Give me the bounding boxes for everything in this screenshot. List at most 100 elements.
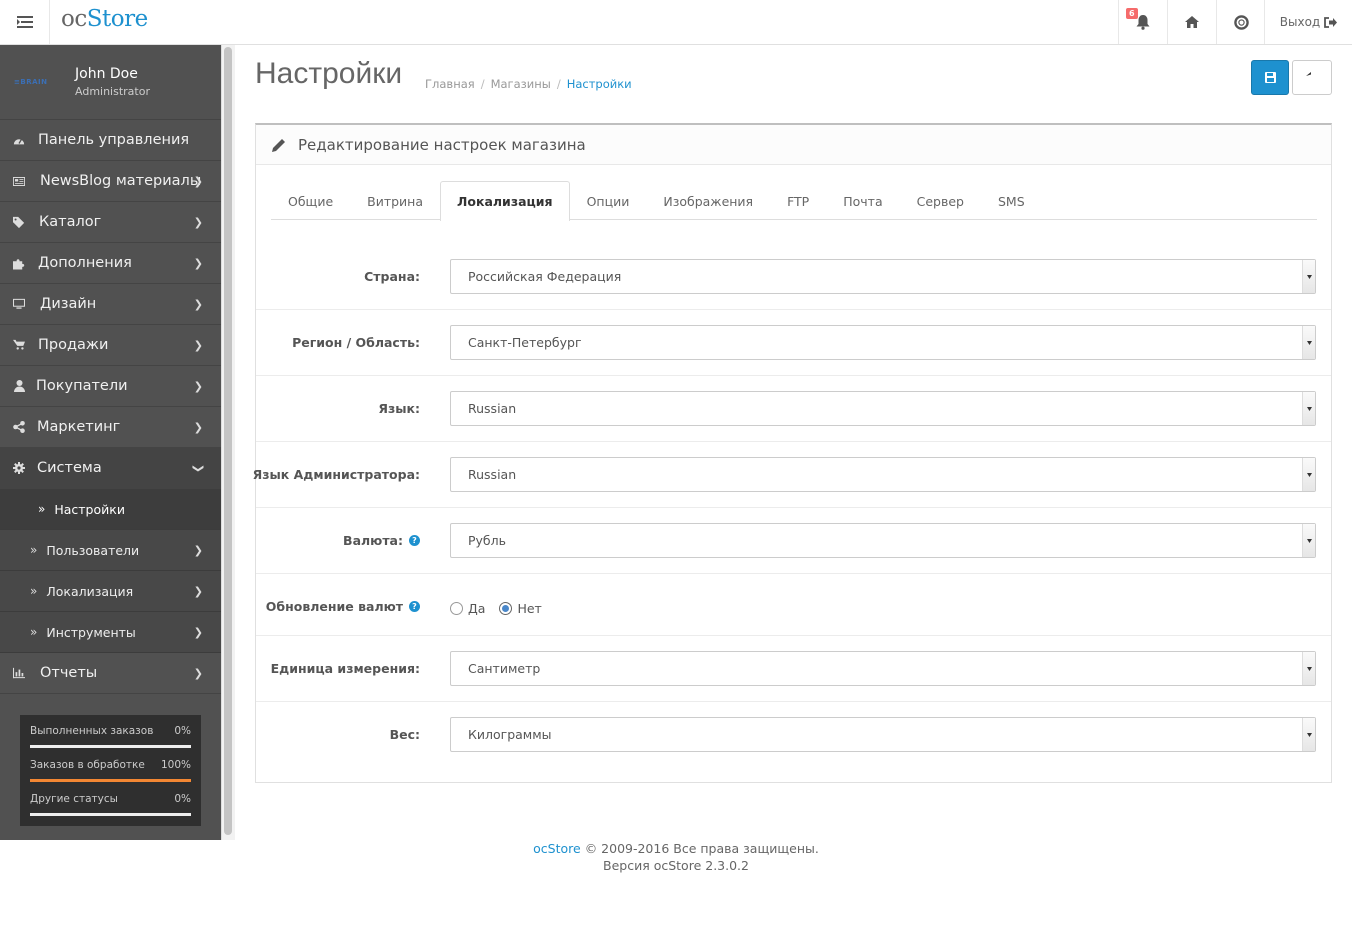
help-icon[interactable]: ? xyxy=(409,601,420,612)
chevron-down-icon: ❯ xyxy=(191,463,205,474)
panel-heading: Редактирование настроек магазина xyxy=(256,125,1331,165)
profile-role: Administrator xyxy=(75,85,150,98)
logout-label: Выход xyxy=(1279,15,1321,29)
stat-other: Другие статусы 0% xyxy=(30,793,191,827)
chevron-right-icon: ❯ xyxy=(193,626,203,639)
form-row-currency-auto: Обновление валют? Да Нет xyxy=(256,574,1331,636)
save-button[interactable] xyxy=(1251,60,1289,95)
scrollbar-thumb[interactable] xyxy=(224,47,232,835)
home-button[interactable] xyxy=(1167,0,1216,44)
logo[interactable]: ocStore xyxy=(61,6,148,32)
top-header: ocStore 6 Выход xyxy=(0,0,1352,45)
tab-store[interactable]: Витрина xyxy=(350,181,440,220)
sidebar-item-marketing[interactable]: Маркетинг ❯ xyxy=(0,407,221,448)
sign-out-icon xyxy=(1324,16,1338,28)
weight-class-select[interactable]: Килограммы xyxy=(450,717,1316,752)
dashboard-icon xyxy=(13,134,25,146)
length-class-select[interactable]: Сантиметр xyxy=(450,651,1316,686)
sidebar-subitem-localisation[interactable]: » Локализация ❯ xyxy=(0,571,221,612)
user-profile[interactable]: ≡BRAIN John Doe Administrator xyxy=(0,45,221,120)
breadcrumb-stores[interactable]: Магазины xyxy=(491,77,551,91)
tab-images[interactable]: Изображения xyxy=(646,181,770,220)
select-arrow-icon xyxy=(1302,392,1315,425)
sidebar-item-reports[interactable]: Отчеты ❯ xyxy=(0,653,221,694)
footer-version: Версия ocStore 2.3.0.2 xyxy=(603,858,749,873)
tab-ftp[interactable]: FTP xyxy=(770,181,826,220)
stat-processing: Заказов в обработке 100% xyxy=(30,759,191,793)
menu-toggle-button[interactable] xyxy=(0,0,50,44)
tab-sms[interactable]: SMS xyxy=(981,181,1042,220)
home-icon xyxy=(1185,16,1199,28)
progress-bar xyxy=(30,745,191,748)
weight-class-label: Вес: xyxy=(389,727,420,742)
chevron-right-icon: ❯ xyxy=(193,544,203,557)
chevron-right-icon: ❯ xyxy=(193,667,203,680)
sidebar-subitem-users[interactable]: » Пользователи ❯ xyxy=(0,530,221,571)
bar-chart-icon xyxy=(13,667,25,679)
sidebar-item-design[interactable]: Дизайн ❯ xyxy=(0,284,221,325)
chevron-right-icon: ❯ xyxy=(193,380,203,393)
reply-icon xyxy=(1305,72,1311,76)
chevron-right-icon: ❯ xyxy=(193,585,203,598)
footer: ocStore © 2009-2016 Все права защищены. … xyxy=(255,840,1097,874)
tab-server[interactable]: Сервер xyxy=(900,181,981,220)
sidebar-item-system[interactable]: Система ❯ xyxy=(0,448,221,489)
tags-icon xyxy=(13,216,25,228)
puzzle-icon xyxy=(13,257,25,269)
sidebar: ≡BRAIN John Doe Administrator Панель упр… xyxy=(0,45,221,840)
sidebar-item-extensions[interactable]: Дополнения ❯ xyxy=(0,243,221,284)
tab-localisation[interactable]: Локализация xyxy=(440,181,570,221)
breadcrumb: Главная / Магазины / Настройки xyxy=(425,77,632,91)
pencil-icon xyxy=(272,138,285,152)
language-label: Язык: xyxy=(378,401,420,416)
chevron-right-icon: ❯ xyxy=(193,257,203,270)
form-row-length-class: Единица измерения: Сантиметр xyxy=(256,636,1331,702)
select-arrow-icon xyxy=(1302,718,1315,751)
floppy-icon xyxy=(1264,72,1276,83)
country-select[interactable]: Российская Федерация xyxy=(450,259,1316,294)
currency-select[interactable]: Рубль xyxy=(450,523,1316,558)
admin-language-label: Язык Администратора: xyxy=(252,467,420,482)
user-icon xyxy=(13,380,25,392)
tab-general[interactable]: Общие xyxy=(271,181,350,220)
chevron-right-icon: ❯ xyxy=(193,339,203,352)
menu-icon xyxy=(16,16,33,28)
breadcrumb-home[interactable]: Главная xyxy=(425,77,475,91)
select-arrow-icon xyxy=(1302,524,1315,557)
notifications-button[interactable]: 6 xyxy=(1118,0,1167,44)
sidebar-scrollbar[interactable] xyxy=(221,45,235,840)
tab-mail[interactable]: Почта xyxy=(826,181,899,220)
support-button[interactable] xyxy=(1216,0,1265,44)
logout-button[interactable]: Выход xyxy=(1264,0,1352,44)
language-select[interactable]: Russian xyxy=(450,391,1316,426)
currency-auto-no-radio[interactable]: Нет xyxy=(499,601,542,616)
form-row-country: Страна: Российская Федерация xyxy=(256,244,1331,310)
help-icon[interactable]: ? xyxy=(409,535,420,546)
select-arrow-icon xyxy=(1302,326,1315,359)
tab-options[interactable]: Опции xyxy=(570,181,647,220)
currency-auto-yes-radio[interactable]: Да xyxy=(450,601,485,616)
sidebar-item-customers[interactable]: Покупатели ❯ xyxy=(0,366,221,407)
currency-auto-label: Обновление валют? xyxy=(266,599,420,614)
region-label: Регион / Область: xyxy=(292,335,420,350)
admin-language-select[interactable]: Russian xyxy=(450,457,1316,492)
breadcrumb-settings[interactable]: Настройки xyxy=(567,77,632,91)
double-angle-right-icon: » xyxy=(38,502,46,516)
newspaper-icon xyxy=(13,175,25,187)
form-row-region: Регион / Область: Санкт-Петербург xyxy=(256,310,1331,376)
sidebar-item-catalog[interactable]: Каталог ❯ xyxy=(0,202,221,243)
settings-panel: Редактирование настроек магазина Общие В… xyxy=(252,123,1332,783)
back-button[interactable] xyxy=(1292,60,1332,95)
sidebar-item-dashboard[interactable]: Панель управления xyxy=(0,120,221,161)
sidebar-subitem-tools[interactable]: » Инструменты ❯ xyxy=(0,612,221,653)
region-select[interactable]: Санкт-Петербург xyxy=(450,325,1316,360)
form-row-weight-class: Вес: Килограммы xyxy=(256,702,1331,782)
sidebar-item-sales[interactable]: Продажи ❯ xyxy=(0,325,221,366)
settings-tabs: Общие Витрина Локализация Опции Изображе… xyxy=(271,181,1317,221)
sidebar-subitem-settings[interactable]: » Настройки xyxy=(0,489,221,530)
form-row-language: Язык: Russian xyxy=(256,376,1331,442)
progress-bar xyxy=(30,813,191,816)
select-arrow-icon xyxy=(1302,652,1315,685)
sidebar-item-newsblog[interactable]: NewsBlog материалы ❯ xyxy=(0,161,221,202)
footer-brand-link[interactable]: ocStore xyxy=(533,841,581,856)
